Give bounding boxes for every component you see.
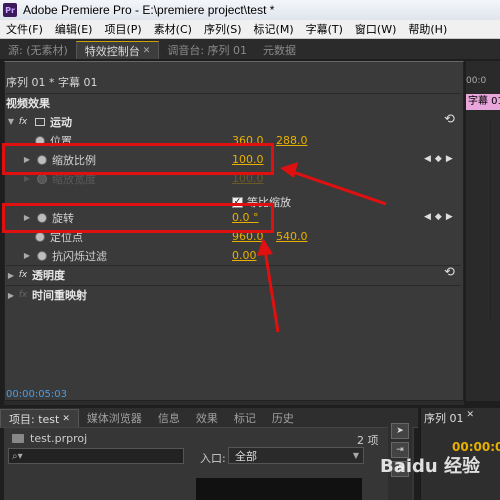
fx-icon[interactable]: fx bbox=[16, 270, 30, 280]
in-dropdown[interactable]: 全部 ▼ bbox=[228, 447, 364, 464]
menu-help[interactable]: 帮助(H) bbox=[402, 21, 453, 37]
scale-highlight-box bbox=[2, 143, 274, 175]
project-file-name: test.prproj bbox=[30, 432, 88, 445]
menu-file[interactable]: 文件(F) bbox=[0, 21, 49, 37]
anchor-y-value[interactable]: 540.0 bbox=[276, 230, 308, 243]
selection-tool-icon[interactable]: ➤ bbox=[391, 423, 409, 439]
expand-triangle-icon[interactable]: ▶ bbox=[6, 271, 16, 280]
expand-triangle-icon[interactable]: ▼ bbox=[6, 117, 16, 126]
menu-title[interactable]: 字幕(T) bbox=[300, 21, 349, 37]
menu-window[interactable]: 窗口(W) bbox=[349, 21, 402, 37]
video-effects-row: 视频效果 bbox=[6, 93, 461, 112]
menu-project[interactable]: 项目(P) bbox=[98, 21, 147, 37]
video-effects-label: 视频效果 bbox=[6, 97, 50, 110]
tab-history[interactable]: 历史 bbox=[264, 409, 302, 427]
project-file: test.prproj bbox=[12, 432, 87, 445]
bottom-tabbar: 项目: test ✕ 媒体浏览器 信息 效果 标记 历史 bbox=[0, 408, 418, 428]
fx-icon[interactable]: fx bbox=[16, 117, 30, 127]
window-title: Adobe Premiere Pro - E:\premiere project… bbox=[23, 3, 275, 17]
tab-info[interactable]: 信息 bbox=[150, 409, 188, 427]
motion-row[interactable]: ▼ fx 运动 bbox=[6, 112, 461, 131]
stopwatch-icon[interactable] bbox=[36, 250, 48, 262]
mini-ruler: 00:0 bbox=[466, 76, 487, 86]
tab-metadata-label: 元数据 bbox=[263, 44, 297, 57]
tab-sequence-label: 序列 01 bbox=[424, 412, 464, 425]
tab-metadata[interactable]: 元数据 bbox=[255, 41, 304, 59]
window-titlebar: Pr Adobe Premiere Pro - E:\premiere proj… bbox=[0, 0, 500, 20]
folder-icon bbox=[12, 434, 24, 443]
tab-effects[interactable]: 效果 bbox=[188, 409, 226, 427]
tab-project[interactable]: 项目: test ✕ bbox=[0, 409, 79, 427]
panel-footer bbox=[4, 401, 464, 405]
anti-flicker-label: 抗闪烁过滤 bbox=[52, 249, 107, 263]
anti-flicker-value[interactable]: 0.00 bbox=[232, 249, 257, 262]
panel-timecode[interactable]: 00:00:05:03 bbox=[6, 389, 67, 400]
keyframe-nav-icon[interactable]: ◀◆▶ bbox=[424, 212, 457, 222]
time-remap-label: 时间重映射 bbox=[32, 289, 87, 302]
position-y-value[interactable]: 288.0 bbox=[276, 134, 308, 147]
close-icon[interactable]: ✕ bbox=[62, 414, 70, 424]
search-input[interactable]: ⌕▾ bbox=[8, 448, 184, 464]
in-label: 入口: bbox=[200, 452, 226, 465]
keyframe-nav-icon[interactable]: ◀◆▶ bbox=[424, 154, 457, 164]
tab-media-browser-label: 媒体浏览器 bbox=[86, 412, 142, 425]
watermark: Baidu 经验 bbox=[380, 456, 481, 477]
menu-sequence[interactable]: 序列(S) bbox=[198, 21, 248, 37]
panel-scrollbar[interactable] bbox=[490, 120, 498, 320]
close-icon[interactable]: ✕ bbox=[467, 410, 475, 426]
tab-media-browser[interactable]: 媒体浏览器 bbox=[79, 409, 150, 427]
project-preview bbox=[196, 478, 362, 500]
opacity-row[interactable]: ▶ fx 透明度 bbox=[6, 265, 461, 284]
tab-effects-label: 效果 bbox=[195, 412, 218, 425]
clip-tag[interactable]: 字幕 01 bbox=[466, 94, 500, 110]
item-count: 2 项 bbox=[357, 434, 379, 447]
menu-marker[interactable]: 标记(M) bbox=[248, 21, 300, 37]
tab-effect-controls[interactable]: 特效控制台 ✕ bbox=[75, 41, 160, 59]
tab-info-label: 信息 bbox=[157, 412, 180, 425]
premiere-app-icon: Pr bbox=[3, 3, 17, 17]
opacity-label: 透明度 bbox=[32, 269, 65, 282]
tab-source[interactable]: 源: (无素材) bbox=[0, 41, 76, 59]
tab-source-label: 源: (无素材) bbox=[8, 44, 68, 57]
tab-audio-mixer-label: 调音台: 序列 01 bbox=[167, 44, 248, 57]
expand-triangle-icon[interactable]: ▶ bbox=[22, 251, 32, 260]
search-icon: ⌕▾ bbox=[12, 450, 23, 462]
tab-markers[interactable]: 标记 bbox=[226, 409, 264, 427]
reset-icon[interactable]: ⟲ bbox=[444, 112, 455, 127]
fx-icon: fx bbox=[18, 290, 28, 300]
top-tabbar: 源: (无素材) 特效控制台 ✕ 调音台: 序列 01 元数据 bbox=[0, 39, 500, 59]
in-dropdown-value: 全部 bbox=[235, 449, 257, 463]
tab-audio-mixer[interactable]: 调音台: 序列 01 bbox=[159, 41, 255, 59]
menubar: 文件(F) 编辑(E) 项目(P) 素材(C) 序列(S) 标记(M) 字幕(T… bbox=[0, 20, 500, 39]
tab-effect-controls-label: 特效控制台 bbox=[84, 44, 140, 58]
motion-transform-icon bbox=[34, 116, 46, 128]
rotation-highlight-box bbox=[2, 203, 274, 233]
expand-triangle-icon[interactable]: ▶ bbox=[6, 291, 16, 300]
tab-sequence[interactable]: 序列 01 ✕ bbox=[424, 410, 474, 426]
time-remap-row[interactable]: ▶ fx 时间重映射 bbox=[6, 285, 461, 304]
tab-history-label: 历史 bbox=[271, 412, 294, 425]
menu-edit[interactable]: 编辑(E) bbox=[49, 21, 99, 37]
close-icon[interactable]: ✕ bbox=[143, 46, 151, 56]
sequence-header: 序列 01 * 字幕 01 bbox=[6, 76, 98, 89]
menu-clip[interactable]: 素材(C) bbox=[148, 21, 198, 37]
tab-markers-label: 标记 bbox=[233, 412, 256, 425]
chevron-down-icon: ▼ bbox=[352, 451, 359, 460]
tab-project-label: 项目: test bbox=[9, 412, 60, 426]
motion-label: 运动 bbox=[50, 115, 72, 129]
reset-icon[interactable]: ⟲ bbox=[444, 265, 455, 280]
